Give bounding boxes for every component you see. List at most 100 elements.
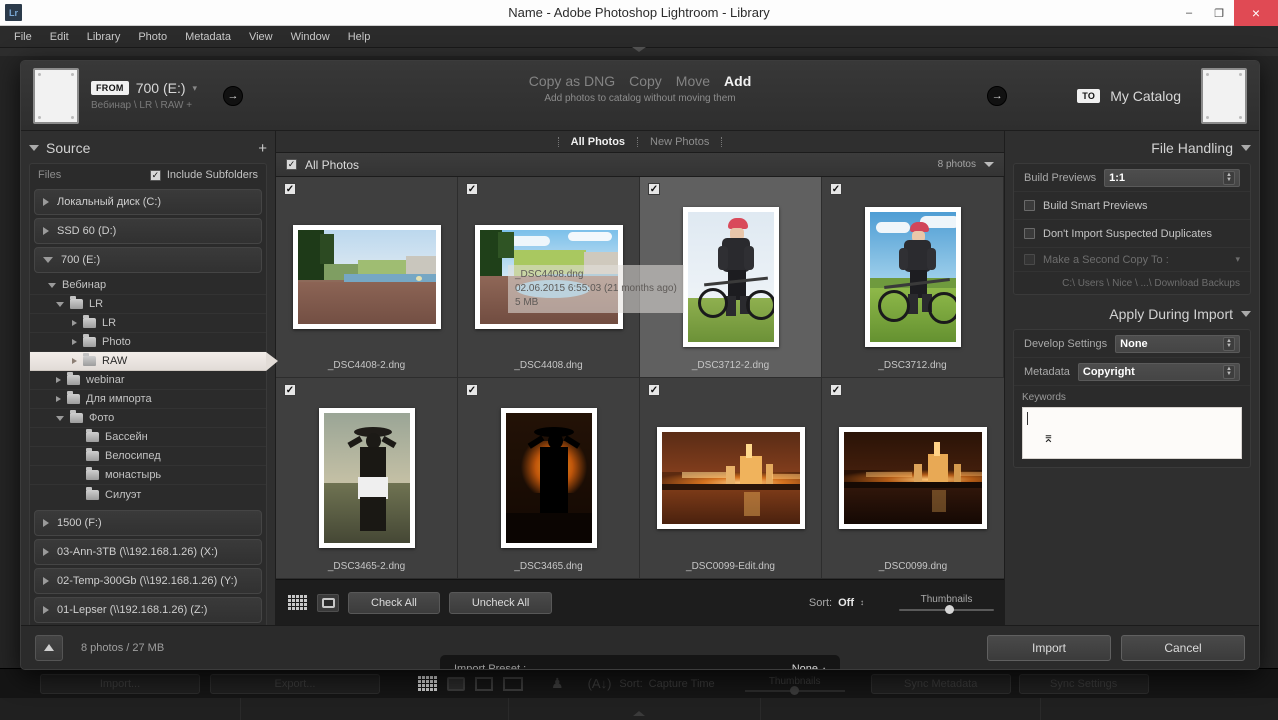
apply-during-import-header[interactable]: Apply During Import: [1013, 303, 1251, 325]
uncheck-all-button[interactable]: Uncheck All: [449, 592, 552, 614]
develop-settings-select[interactable]: None ▲▼: [1115, 335, 1240, 353]
photo-checkbox[interactable]: ✓: [830, 384, 842, 396]
second-copy-row[interactable]: Make a Second Copy To : ▾: [1014, 248, 1250, 272]
menu-window[interactable]: Window: [283, 29, 338, 45]
build-previews-stepper-icon[interactable]: ▲▼: [1223, 171, 1235, 185]
develop-settings-row[interactable]: Develop Settings None ▲▼: [1014, 330, 1250, 358]
chevron-down-icon[interactable]: [1241, 145, 1251, 151]
build-previews-row[interactable]: Build Previews 1:1 ▲▼: [1014, 164, 1250, 192]
chevron-right-icon[interactable]: [72, 358, 77, 364]
loupe-view-icon[interactable]: [317, 594, 339, 612]
minimize-button[interactable]: –: [1174, 0, 1204, 26]
tree-item-foto[interactable]: Фото: [30, 409, 266, 428]
from-block[interactable]: FROM 700 (E:) ▾ Вебинар \ LR \ RAW +: [91, 80, 197, 111]
drive-item-x[interactable]: 03-Ann-3TB (\\192.168.1.26) (X:): [34, 539, 262, 565]
chevron-right-icon[interactable]: [56, 377, 61, 383]
photo-cell[interactable]: ✓: [822, 378, 1004, 579]
chevron-right-icon[interactable]: [43, 577, 49, 585]
import-button[interactable]: Import: [987, 635, 1111, 661]
photo-cell[interactable]: ✓: [822, 177, 1004, 378]
bg-compare-view-icon[interactable]: [475, 677, 493, 691]
build-smart-previews-checkbox[interactable]: [1024, 200, 1035, 211]
bg-thumbnails-slider-knob[interactable]: [790, 686, 799, 695]
photo-checkbox[interactable]: ✓: [648, 384, 660, 396]
import-preset-stepper-icon[interactable]: ↕: [822, 665, 826, 671]
mode-copy[interactable]: Copy: [629, 73, 662, 89]
tree-item-monastyr[interactable]: монастырь: [30, 466, 266, 485]
photo-checkbox[interactable]: ✓: [648, 183, 660, 195]
chevron-right-icon[interactable]: [43, 606, 49, 614]
tree-item-lr[interactable]: LR: [30, 295, 266, 314]
chevron-right-icon[interactable]: [56, 396, 61, 402]
thumbnails-slider-track[interactable]: [899, 609, 994, 611]
tree-item-siluet[interactable]: Силуэт: [30, 485, 266, 504]
drive-item-z[interactable]: 01-Lepser (\\192.168.1.26) (Z:): [34, 597, 262, 623]
bg-spray-icon[interactable]: ♟: [551, 675, 564, 692]
photo-checkbox[interactable]: ✓: [830, 183, 842, 195]
drive-item-e[interactable]: 700 (E:): [34, 247, 262, 273]
from-stepper-icon[interactable]: ▾: [193, 83, 198, 94]
close-button[interactable]: ×: [1234, 0, 1278, 26]
photo-cell[interactable]: ✓: [276, 378, 458, 579]
metadata-row[interactable]: Metadata Copyright ▲▼: [1014, 358, 1250, 386]
photo-cell[interactable]: ✓: [458, 177, 640, 378]
photo-checkbox[interactable]: ✓: [284, 384, 296, 396]
photo-cell[interactable]: ✓: [458, 378, 640, 579]
bg-grid-view-icon[interactable]: [418, 676, 437, 691]
bg-import-button[interactable]: Import...: [40, 674, 200, 694]
bg-sort-value[interactable]: Capture Time: [649, 678, 715, 690]
sort-control[interactable]: Sort: Off ↕: [809, 597, 864, 609]
chevron-down-icon[interactable]: [1241, 311, 1251, 317]
add-source-icon[interactable]: +: [258, 140, 267, 157]
chevron-down-icon[interactable]: [48, 283, 56, 288]
restore-button[interactable]: ❐: [1204, 0, 1234, 26]
from-value[interactable]: 700 (E:): [136, 80, 186, 96]
menu-photo[interactable]: Photo: [130, 29, 175, 45]
bg-sync-settings-button[interactable]: Sync Settings: [1019, 674, 1149, 694]
include-subfolders-checkbox[interactable]: ✓: [150, 170, 161, 181]
chevron-right-icon[interactable]: [43, 198, 49, 206]
drive-item-f[interactable]: 1500 (F:): [34, 510, 262, 536]
tree-item-bassein[interactable]: Бассейн: [30, 428, 266, 447]
build-smart-previews-row[interactable]: Build Smart Previews: [1014, 192, 1250, 220]
collapse-panel-button[interactable]: [35, 635, 63, 661]
tab-new-photos[interactable]: New Photos: [638, 136, 721, 148]
metadata-stepper-icon[interactable]: ▲▼: [1223, 365, 1235, 379]
tree-item-photo[interactable]: Photo: [30, 333, 266, 352]
photo-checkbox[interactable]: ✓: [466, 183, 478, 195]
source-panel-header[interactable]: Source +: [29, 137, 267, 159]
import-preset-select[interactable]: None ↕: [792, 663, 826, 670]
cancel-button[interactable]: Cancel: [1121, 635, 1245, 661]
develop-settings-stepper-icon[interactable]: ▲▼: [1223, 337, 1235, 351]
chevron-down-icon[interactable]: [43, 257, 53, 263]
select-all-checkbox[interactable]: ✓: [286, 159, 297, 170]
chevron-down-icon[interactable]: [56, 302, 64, 307]
tree-item-velosiped[interactable]: Велосипед: [30, 447, 266, 466]
tree-item-dlya-importa[interactable]: Для импорта: [30, 390, 266, 409]
chevron-right-icon[interactable]: [43, 548, 49, 556]
backdrop-collapse-arrow-icon[interactable]: [633, 711, 645, 716]
chevron-right-icon[interactable]: [72, 320, 77, 326]
chevron-down-icon[interactable]: [29, 145, 39, 151]
menu-library[interactable]: Library: [79, 29, 129, 45]
metadata-select[interactable]: Copyright ▲▼: [1078, 363, 1240, 381]
drive-item-c[interactable]: Локальный диск (C:): [34, 189, 262, 215]
file-handling-header[interactable]: File Handling: [1013, 137, 1251, 159]
menu-metadata[interactable]: Metadata: [177, 29, 239, 45]
photo-checkbox[interactable]: ✓: [284, 183, 296, 195]
photo-cell[interactable]: ✓: [640, 378, 822, 579]
photo-checkbox[interactable]: ✓: [466, 384, 478, 396]
bg-survey-view-icon[interactable]: [503, 677, 523, 691]
chevron-right-icon[interactable]: [43, 519, 49, 527]
sort-value[interactable]: Off: [838, 597, 854, 609]
drive-item-d[interactable]: SSD 60 (D:): [34, 218, 262, 244]
drive-item-y[interactable]: 02-Temp-300Gb (\\192.168.1.26) (Y:): [34, 568, 262, 594]
sort-stepper-icon[interactable]: ↕: [860, 598, 864, 607]
tree-item-webinar[interactable]: webinar: [30, 371, 266, 390]
second-copy-checkbox[interactable]: [1024, 254, 1035, 265]
tree-item-lr-sub[interactable]: LR: [30, 314, 266, 333]
menu-help[interactable]: Help: [340, 29, 379, 45]
dont-import-duplicates-checkbox[interactable]: [1024, 228, 1035, 239]
keywords-input[interactable]: ⌆: [1022, 407, 1242, 459]
chevron-right-icon[interactable]: [43, 227, 49, 235]
